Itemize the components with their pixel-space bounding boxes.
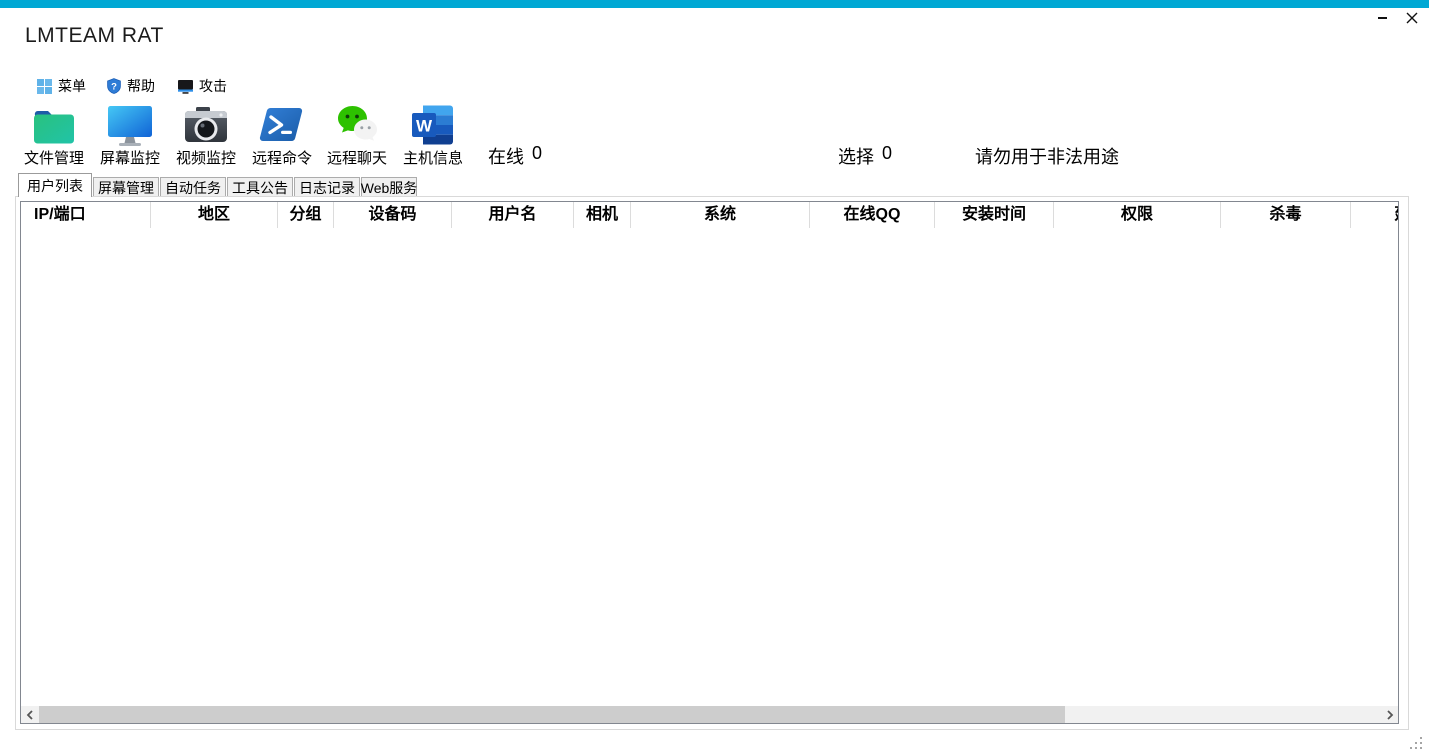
toolbar-remote-chat-button[interactable]: 远程聊天	[325, 101, 389, 166]
toolbar-item-label: 视频监控	[176, 151, 236, 166]
minimize-button[interactable]	[1371, 8, 1393, 28]
online-status: 在线 0	[488, 143, 542, 169]
help-shield-icon: ?	[105, 78, 122, 94]
table-body-empty	[21, 228, 1398, 706]
tab-strip: 用户列表 屏幕管理 自动任务 工具公告 日志记录 Web服务	[18, 173, 418, 197]
tab-tool-announcement[interactable]: 工具公告	[227, 177, 293, 197]
folder-icon	[30, 101, 78, 149]
tab-label: 自动任务	[165, 178, 221, 198]
horizontal-scrollbar[interactable]	[21, 706, 1398, 723]
tab-web-service[interactable]: Web服务	[361, 177, 417, 197]
chevron-right-icon	[1386, 710, 1394, 720]
menu-item-label: 帮助	[127, 76, 155, 96]
chevron-left-icon	[26, 710, 34, 720]
svg-text:?: ?	[111, 81, 117, 92]
column-header-region[interactable]: 地区	[151, 202, 278, 228]
window-title: LMTEAM RAT	[25, 24, 164, 48]
tab-screen-management[interactable]: 屏幕管理	[93, 177, 159, 197]
menu-item-help[interactable]: ? 帮助	[105, 76, 155, 96]
word-icon: W	[409, 101, 457, 149]
column-header-online-qq[interactable]: 在线QQ	[810, 202, 935, 228]
minimize-icon	[1378, 17, 1387, 19]
camera-icon	[182, 101, 230, 149]
toolbar-item-label: 屏幕监控	[100, 151, 160, 166]
online-label: 在线	[488, 143, 524, 169]
tab-label: 日志记录	[299, 178, 355, 198]
menu-item-menu[interactable]: 菜单	[36, 76, 86, 96]
column-header-system[interactable]: 系统	[631, 202, 810, 228]
toolbar-screen-monitor-button[interactable]: 屏幕监控	[98, 101, 162, 166]
table-header-row: IP/端口 地区 分组 设备码 用户名 相机 系统 在线QQ 安装时间 权限 杀…	[21, 202, 1398, 228]
toolbar-remote-command-button[interactable]: 远程命令	[250, 101, 314, 166]
user-list-table: IP/端口 地区 分组 设备码 用户名 相机 系统 在线QQ 安装时间 权限 杀…	[20, 201, 1399, 724]
column-header-username[interactable]: 用户名	[452, 202, 574, 228]
tab-auto-task[interactable]: 自动任务	[160, 177, 226, 197]
menu-item-attack[interactable]: 攻击	[177, 76, 227, 96]
powershell-icon	[258, 101, 306, 149]
tab-label: 用户列表	[27, 176, 83, 196]
column-header-install-time[interactable]: 安装时间	[935, 202, 1054, 228]
attack-monitor-icon	[177, 78, 194, 94]
close-icon	[1406, 12, 1418, 24]
warning-text: 请勿用于非法用途	[975, 143, 1119, 169]
selected-status: 选择 0	[838, 143, 892, 169]
toolbar-item-label: 远程聊天	[327, 151, 387, 166]
selected-label: 选择	[838, 143, 874, 169]
tab-user-list[interactable]: 用户列表	[18, 173, 92, 197]
tab-log[interactable]: 日志记录	[294, 177, 360, 197]
column-header-ip-port[interactable]: IP/端口	[21, 202, 151, 228]
windows-logo-icon	[36, 78, 53, 94]
column-header-device-code[interactable]: 设备码	[334, 202, 452, 228]
toolbar-item-label: 文件管理	[24, 151, 84, 166]
menu-item-label: 攻击	[199, 76, 227, 96]
toolbar-host-info-button[interactable]: W 主机信息	[401, 101, 465, 166]
accent-bar	[0, 0, 1429, 8]
toolbar-item-label: 远程命令	[252, 151, 312, 166]
scroll-left-button[interactable]	[21, 706, 38, 723]
scroll-right-button[interactable]	[1381, 706, 1398, 723]
menu-item-label: 菜单	[58, 76, 86, 96]
tab-label: 工具公告	[232, 178, 288, 198]
online-count: 0	[532, 143, 542, 169]
column-header-group[interactable]: 分组	[278, 202, 334, 228]
monitor-icon	[106, 101, 154, 149]
tab-label: Web服务	[361, 178, 418, 198]
toolbar-video-monitor-button[interactable]: 视频监控	[174, 101, 238, 166]
tab-label: 屏幕管理	[98, 178, 154, 198]
close-button[interactable]	[1401, 8, 1423, 28]
window-controls	[1371, 8, 1423, 28]
wechat-icon	[333, 101, 381, 149]
scrollbar-thumb[interactable]	[39, 706, 1065, 723]
toolbar-item-label: 主机信息	[403, 151, 463, 166]
column-header-camera[interactable]: 相机	[574, 202, 631, 228]
selected-count: 0	[882, 143, 892, 169]
column-header-permission[interactable]: 权限	[1054, 202, 1221, 228]
toolbar-file-manager-button[interactable]: 文件管理	[22, 101, 86, 166]
svg-text:W: W	[416, 117, 433, 136]
resize-grip-icon[interactable]	[1409, 736, 1423, 750]
column-header-antivirus[interactable]: 杀毒	[1221, 202, 1351, 228]
column-header-latency[interactable]: 延迟	[1351, 202, 1398, 228]
